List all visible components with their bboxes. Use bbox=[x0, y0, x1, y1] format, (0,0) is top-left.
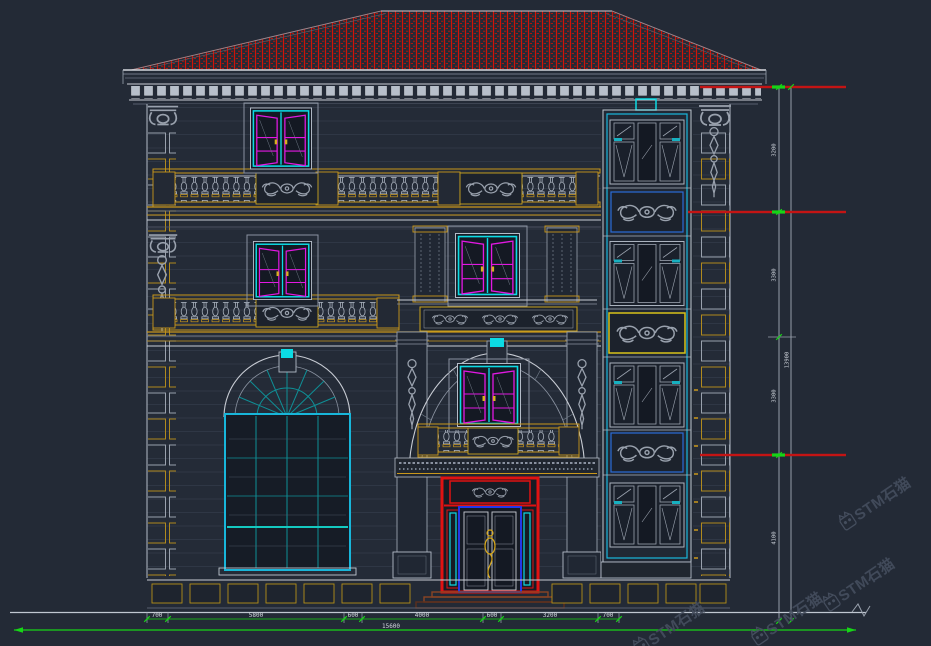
tower-ornament-panel-gold bbox=[609, 313, 685, 353]
window-2f-left bbox=[247, 235, 318, 306]
cornice bbox=[123, 70, 766, 104]
watermark: STM石猫 bbox=[837, 473, 914, 534]
balustrade-post bbox=[377, 298, 399, 328]
dim-label: 600 bbox=[348, 612, 359, 619]
tower-window bbox=[610, 363, 684, 427]
dim-label: 600 bbox=[487, 612, 498, 619]
center-bay-1f bbox=[393, 332, 601, 608]
ground-line bbox=[10, 604, 870, 616]
entrance-door bbox=[442, 478, 538, 592]
roof-tile-field bbox=[131, 11, 761, 70]
ornate-column-right bbox=[545, 226, 579, 302]
dim-label: 4100 bbox=[772, 531, 778, 544]
elevation-drawing: 700 5800 600 4000 600 3200 700 15600 320… bbox=[0, 0, 931, 646]
bottom-dimension-chain: 700 5800 600 4000 600 3200 700 15600 bbox=[14, 612, 856, 633]
watermark-text: STM石猫 bbox=[835, 554, 898, 605]
watermark: STM石猫 bbox=[749, 588, 826, 646]
cornice-end-caps bbox=[123, 70, 766, 84]
dim-label: 700 bbox=[603, 612, 614, 619]
balustrade-ornament-panel bbox=[256, 173, 318, 204]
window-2f-center bbox=[448, 226, 527, 306]
dim-label: 5800 bbox=[249, 612, 264, 619]
watermark-text: STM石猫 bbox=[763, 588, 826, 639]
tower-window bbox=[610, 483, 684, 547]
watermark-text: STM石猫 bbox=[645, 598, 708, 646]
base-plinth bbox=[147, 580, 730, 608]
hip-roof bbox=[131, 11, 761, 70]
dentil-row bbox=[129, 86, 761, 99]
tower-window bbox=[610, 120, 684, 184]
keystone-cyan-block bbox=[490, 338, 504, 347]
dim-label: 700 bbox=[152, 612, 163, 619]
porch-frieze-band bbox=[395, 458, 599, 477]
ornate-column-left bbox=[413, 226, 447, 302]
frieze-ornament-panel bbox=[420, 307, 577, 331]
dim-label: 3200 bbox=[772, 143, 778, 156]
dim-label: 3300 bbox=[772, 389, 778, 402]
watermark: STM石猫 bbox=[821, 554, 898, 615]
level-line bbox=[688, 211, 846, 213]
plinth-panels bbox=[152, 584, 726, 603]
watermark: STM石猫 bbox=[631, 598, 708, 646]
dim-label: 4000 bbox=[415, 612, 430, 619]
break-symbol bbox=[852, 604, 870, 616]
balustrade-post bbox=[153, 298, 175, 328]
balustrade-ornament-panel bbox=[256, 299, 318, 327]
tower-window bbox=[610, 242, 684, 306]
dim-label-overall: 15600 bbox=[382, 623, 400, 630]
watermark-text: STM石猫 bbox=[851, 473, 914, 524]
dim-label: 3300 bbox=[772, 268, 778, 281]
entrance-steps bbox=[416, 592, 564, 608]
tower-ornament-panel-blue bbox=[611, 192, 683, 232]
tower-base bbox=[601, 562, 691, 578]
cad-elevation-canvas: 700 5800 600 4000 600 3200 700 15600 320… bbox=[0, 0, 931, 646]
balustrade-ornament-panel bbox=[460, 173, 522, 204]
keystone-cyan-block bbox=[281, 349, 293, 358]
right-quoin-column bbox=[698, 106, 731, 576]
center-bay-2f bbox=[397, 226, 597, 331]
baluster-row bbox=[155, 177, 598, 202]
right-stair-tower bbox=[601, 99, 698, 578]
tower-ornament-panel-blue bbox=[611, 433, 683, 472]
balustrade-ornament-panel bbox=[468, 428, 518, 454]
window-3f-balcony-door bbox=[244, 103, 318, 173]
dim-label-overall: 13900 bbox=[785, 352, 791, 369]
dim-label: 3200 bbox=[543, 612, 558, 619]
window-1f-center bbox=[449, 359, 529, 432]
